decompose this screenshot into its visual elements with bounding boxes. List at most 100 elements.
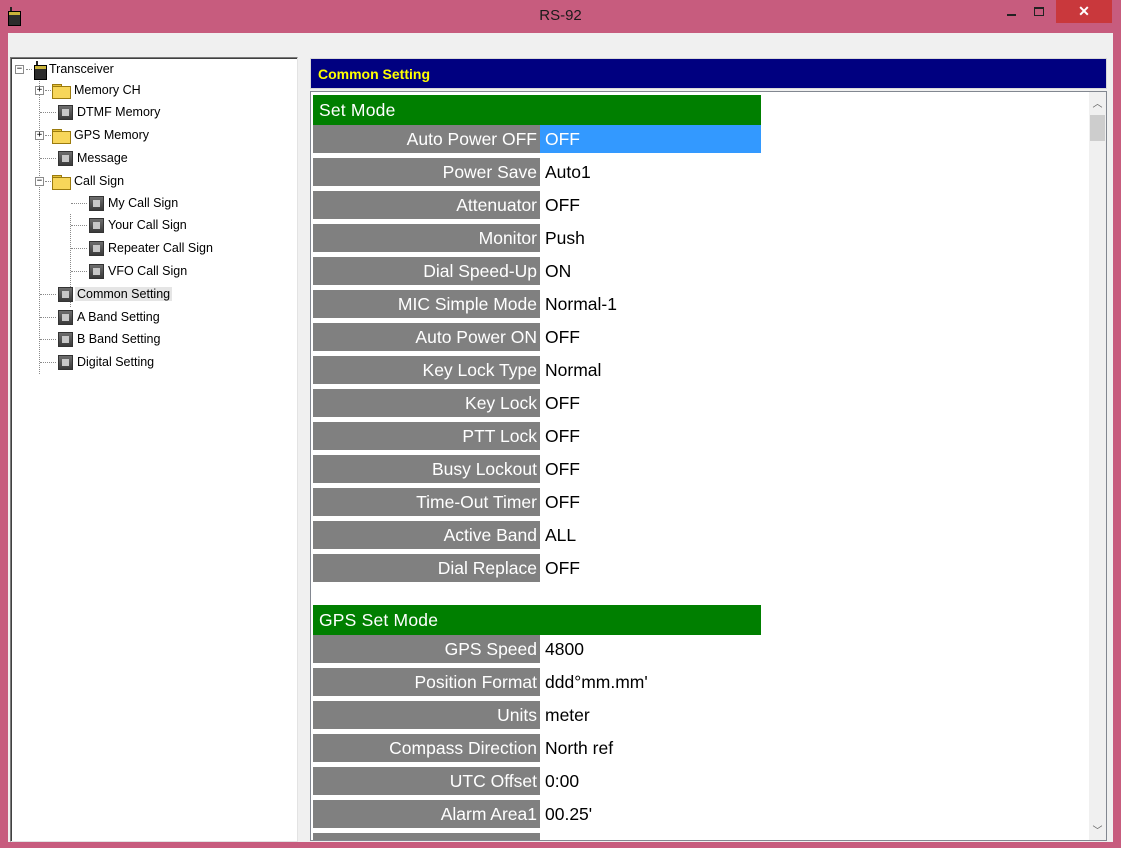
- tree-item-label: Call Sign: [74, 174, 125, 188]
- minimize-icon: [1006, 13, 1016, 16]
- setting-row[interactable]: PTT Lock OFF: [313, 422, 761, 452]
- radio-icon: [34, 60, 47, 80]
- setting-value[interactable]: OFF: [540, 455, 761, 484]
- settings-grid[interactable]: Set Mode Auto Power OFF OFF Power Save Aut…: [310, 91, 1107, 841]
- setting-value[interactable]: 0:00: [540, 767, 761, 796]
- maximize-button[interactable]: [1026, 0, 1052, 23]
- setting-label: PTT Lock: [313, 422, 540, 451]
- setting-label: Compass Direction: [313, 734, 540, 763]
- tree-item-label: A Band Setting: [77, 310, 160, 324]
- setting-row[interactable]: GPS Speed 4800: [313, 635, 761, 665]
- setting-label: Position Format: [313, 668, 540, 697]
- setting-value[interactable]: meter: [540, 701, 761, 730]
- setting-row[interactable]: Key Lock OFF: [313, 389, 761, 419]
- setting-row[interactable]: Key Lock Type Normal: [313, 356, 761, 386]
- app-window: RS-92 ✕ − Transceiver + Memory CH DTMF M…: [0, 0, 1121, 848]
- minimize-button[interactable]: [998, 0, 1024, 23]
- scroll-down-icon[interactable]: ﹀: [1089, 821, 1106, 838]
- expand-icon[interactable]: +: [35, 85, 44, 95]
- setting-value[interactable]: ALL: [540, 521, 761, 550]
- document-icon: [89, 195, 104, 211]
- vertical-scrollbar[interactable]: ︿ ﹀: [1089, 92, 1106, 840]
- tree-item-vfo-call-sign[interactable]: VFO Call Sign: [71, 261, 187, 281]
- setting-label: Alarm Area1: [313, 800, 540, 829]
- section-header-set-mode: Set Mode: [313, 95, 761, 125]
- folder-icon: [52, 174, 71, 190]
- tree-item-digital-setting[interactable]: Digital Setting: [40, 352, 154, 372]
- window-title: RS-92: [539, 7, 582, 24]
- setting-row[interactable]: Dial Replace OFF: [313, 554, 761, 584]
- tree-item-label: Common Setting: [75, 287, 173, 301]
- setting-row[interactable]: Compass Direction North ref: [313, 734, 761, 764]
- scrollbar-thumb[interactable]: [1090, 115, 1105, 141]
- setting-row[interactable]: Time-Out Timer OFF: [313, 488, 761, 518]
- setting-row[interactable]: Dial Speed-Up ON: [313, 257, 761, 287]
- setting-row[interactable]: Power Save Auto1: [313, 158, 761, 188]
- setting-row[interactable]: UTC Offset 0:00: [313, 767, 761, 797]
- tree-item-call-sign[interactable]: − Call Sign: [35, 171, 124, 191]
- setting-value[interactable]: OFF: [540, 389, 761, 418]
- setting-row[interactable]: Active Band ALL: [313, 521, 761, 551]
- setting-row[interactable]: Auto Power OFF OFF: [313, 125, 761, 155]
- document-icon: [58, 104, 73, 120]
- tree-item-gps-memory[interactable]: + GPS Memory: [35, 125, 149, 145]
- tree-item-memory-ch[interactable]: + Memory CH: [35, 80, 141, 100]
- setting-label: GPS Speed: [313, 635, 540, 664]
- tree-item-label: Transceiver: [49, 62, 114, 76]
- tree-item-common-setting[interactable]: Common Setting: [40, 284, 173, 304]
- close-icon: ✕: [1078, 3, 1090, 19]
- setting-value[interactable]: Normal: [540, 356, 761, 385]
- setting-value[interactable]: OFF: [540, 554, 761, 583]
- expand-icon[interactable]: +: [35, 130, 44, 140]
- tree-item-transceiver[interactable]: − Transceiver: [15, 59, 114, 80]
- setting-value[interactable]: North ref: [540, 734, 761, 763]
- tree-item-dtmf-memory[interactable]: DTMF Memory: [40, 102, 160, 122]
- document-icon: [58, 354, 73, 370]
- collapse-icon[interactable]: −: [35, 176, 44, 186]
- client-area: − Transceiver + Memory CH DTMF Memory +: [8, 33, 1113, 842]
- setting-row[interactable]: Units meter: [313, 701, 761, 731]
- folder-icon: [52, 83, 71, 99]
- document-icon: [89, 240, 104, 256]
- setting-row[interactable]: Busy Lockout OFF: [313, 455, 761, 485]
- document-icon: [58, 150, 73, 166]
- collapse-icon[interactable]: −: [15, 64, 24, 74]
- tree-item-a-band-setting[interactable]: A Band Setting: [40, 307, 160, 327]
- setting-value[interactable]: Normal-1: [540, 290, 761, 319]
- navigation-tree[interactable]: − Transceiver + Memory CH DTMF Memory +: [10, 57, 298, 842]
- tree-item-my-call-sign[interactable]: My Call Sign: [71, 193, 178, 213]
- title-bar[interactable]: RS-92 ✕: [0, 0, 1121, 33]
- setting-row[interactable]: Position Format ddd°mm.mm': [313, 668, 761, 698]
- setting-value[interactable]: OFF: [540, 422, 761, 451]
- setting-label: MIC Simple Mode: [313, 290, 540, 319]
- tree-item-b-band-setting[interactable]: B Band Setting: [40, 329, 160, 349]
- setting-row[interactable]: Auto Power ON OFF: [313, 323, 761, 353]
- setting-value[interactable]: OFF: [540, 191, 761, 220]
- setting-value[interactable]: 4800: [540, 635, 761, 664]
- tree-item-label: DTMF Memory: [77, 105, 161, 119]
- setting-value[interactable]: ddd°mm.mm': [540, 668, 761, 697]
- setting-value[interactable]: Push: [540, 224, 761, 253]
- setting-value[interactable]: Auto1: [540, 158, 761, 187]
- setting-label: Units: [313, 701, 540, 730]
- setting-value[interactable]: OFF: [540, 488, 761, 517]
- setting-value[interactable]: ON: [540, 257, 761, 286]
- setting-row[interactable]: Attenuator OFF: [313, 191, 761, 221]
- tree-item-your-call-sign[interactable]: Your Call Sign: [71, 215, 187, 235]
- setting-label: Attenuator: [313, 191, 540, 220]
- close-button[interactable]: ✕: [1056, 0, 1112, 23]
- tree-item-label: Memory CH: [74, 83, 141, 97]
- scroll-up-icon[interactable]: ︿: [1089, 94, 1106, 111]
- tree-item-label: Your Call Sign: [108, 218, 187, 232]
- maximize-icon: [1034, 7, 1044, 16]
- setting-label: Time-Out Timer: [313, 488, 540, 517]
- tree-item-repeater-call-sign[interactable]: Repeater Call Sign: [71, 238, 213, 258]
- document-icon: [89, 263, 104, 279]
- setting-row[interactable]: MIC Simple Mode Normal-1: [313, 290, 761, 320]
- setting-value[interactable]: 00.25': [540, 800, 761, 829]
- setting-value[interactable]: OFF: [540, 125, 761, 154]
- tree-item-message[interactable]: Message: [40, 148, 128, 168]
- setting-row[interactable]: Alarm Area1 00.25': [313, 800, 761, 830]
- setting-value[interactable]: OFF: [540, 323, 761, 352]
- setting-row[interactable]: Monitor Push: [313, 224, 761, 254]
